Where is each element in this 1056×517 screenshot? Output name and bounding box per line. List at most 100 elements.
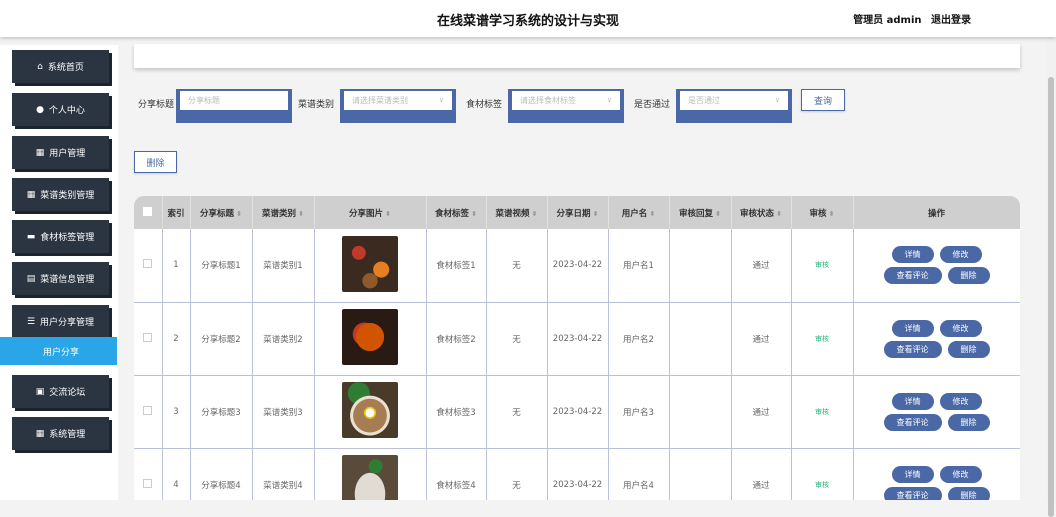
sidebar-item-9[interactable]: ▦ 系统管理 [12, 417, 109, 450]
delete-button[interactable]: 删除 [947, 340, 990, 358]
sidebar-item-7[interactable]: ☰ 用户分享管理 [12, 305, 109, 338]
sort-icon[interactable]: ⬍ [776, 210, 782, 218]
cell-date: 2023-04-22 [547, 375, 609, 449]
user-box: 管理员 admin 退出登录 [847, 11, 971, 26]
sidebar-item-6[interactable]: ▤ 菜谱信息管理 [12, 262, 109, 295]
cell-date: 2023-04-22 [547, 229, 609, 303]
sidebar-item-label: 菜谱信息管理 [40, 275, 95, 285]
cell-status: 通过 [731, 302, 792, 376]
table-row: 3 分享标题3 菜谱类别3 食材标签3 无 2023-04-22 用户名3 通过 审核 详情 修改查… [134, 375, 1020, 449]
cell-category: 菜谱类别1 [252, 229, 315, 303]
sort-icon[interactable]: ⬍ [715, 210, 721, 218]
breadcrumb-bar [134, 44, 1020, 68]
audit-link[interactable]: 审核 [815, 481, 829, 489]
column-header[interactable] [134, 196, 163, 229]
row-checkbox[interactable] [143, 259, 153, 269]
column-header: 用户名 ⬍ [608, 196, 670, 229]
column-header-label: 操作 [927, 208, 945, 219]
sidebar-item-4[interactable]: ▦ 菜谱类别管理 [12, 178, 109, 211]
top-bar: 在线菜谱学习系统的设计与实现 管理员 admin 退出登录 [0, 0, 1056, 37]
logout-link[interactable]: 退出登录 [931, 15, 971, 26]
pass-select[interactable]: 是否通过 ∨ [676, 89, 792, 123]
column-header: 分享日期 ⬍ [547, 196, 609, 229]
cell-actions: 详情 修改查看评论 删除 [853, 302, 1020, 376]
audit-link[interactable]: 审核 [815, 261, 829, 269]
tag-placeholder: 请选择食材标签 [520, 96, 576, 105]
row-checkbox[interactable] [143, 405, 153, 415]
sidebar-item-label: 用户分享管理 [40, 318, 95, 328]
detail-button[interactable]: 详情 [891, 392, 934, 410]
edit-button[interactable]: 修改 [939, 392, 982, 410]
column-header: 食材标签 ⬍ [426, 196, 487, 229]
cell-category: 菜谱类别3 [252, 375, 315, 449]
cell-user: 用户名2 [608, 302, 670, 376]
cell-title: 分享标题1 [190, 229, 253, 303]
title-input[interactable]: 分享标题 [176, 89, 292, 123]
sort-icon[interactable]: ⬍ [829, 210, 835, 218]
sort-icon[interactable]: ⬍ [532, 210, 538, 218]
sort-icon[interactable]: ⬍ [649, 210, 655, 218]
detail-button[interactable]: 详情 [891, 319, 934, 337]
audit-link[interactable]: 审核 [815, 335, 829, 343]
table-row: 4 分享标题4 菜谱类别4 食材标签4 无 2023-04-22 用户名4 通过 审核 详情 修改查… [134, 448, 1020, 500]
cell-category: 菜谱类别4 [252, 448, 315, 500]
select-all-checkbox[interactable] [143, 206, 153, 216]
column-header: 操作 [853, 196, 1020, 229]
cell-select[interactable] [134, 229, 163, 303]
sidebar-item-label: 系统管理 [49, 430, 86, 440]
cell-reply [669, 302, 732, 376]
sidebar-item-label: 食材标签管理 [40, 233, 95, 243]
query-button[interactable]: 查询 [801, 89, 845, 111]
column-header: 索引 [162, 196, 191, 229]
chevron-down-icon: ∨ [606, 96, 612, 104]
edit-button[interactable]: 修改 [939, 465, 982, 483]
sort-icon[interactable]: ⬍ [471, 210, 477, 218]
edit-button[interactable]: 修改 [939, 319, 982, 337]
edit-button[interactable]: 修改 [939, 246, 982, 264]
share-image [342, 309, 398, 365]
audit-link[interactable]: 审核 [815, 408, 829, 416]
cell-reply [669, 229, 732, 303]
column-header: 菜谱视频 ⬍ [486, 196, 548, 229]
cell-tag: 食材标签2 [426, 302, 487, 376]
scroll-thumb[interactable] [1048, 77, 1054, 517]
sidebar-item-3[interactable]: ▦ 用户管理 [12, 136, 109, 169]
column-header-label: 分享日期 [556, 208, 591, 219]
scrollbar[interactable] [1046, 37, 1056, 517]
row-checkbox[interactable] [143, 332, 153, 342]
column-header-label: 审核状态 [740, 208, 775, 219]
cell-actions: 详情 修改查看评论 删除 [853, 448, 1020, 500]
category-label: 菜谱类别 [298, 100, 335, 110]
category-select[interactable]: 请选择菜谱类别 ∨ [340, 89, 456, 123]
cell-select[interactable] [134, 375, 163, 449]
cell-audit: 审核 [791, 448, 854, 500]
sidebar-item-5[interactable]: ▬ 食材标签管理 [12, 220, 109, 253]
sidebar-item-1[interactable]: ⌂ 系统首页 [12, 50, 109, 83]
cell-image [314, 302, 427, 376]
row-checkbox[interactable] [143, 478, 153, 488]
delete-button[interactable]: 删除 [947, 267, 990, 285]
detail-button[interactable]: 详情 [891, 465, 934, 483]
sort-icon[interactable]: ⬍ [236, 210, 242, 218]
column-header: 菜谱类别 ⬍ [252, 196, 315, 229]
delete-button[interactable]: 删除 [947, 413, 990, 431]
sort-icon[interactable]: ⬍ [385, 210, 391, 218]
tag-select[interactable]: 请选择食材标签 ∨ [508, 89, 624, 123]
column-header: 分享标题 ⬍ [190, 196, 253, 229]
sort-icon[interactable]: ⬍ [298, 210, 304, 218]
view-comments-button[interactable]: 查看评论 [883, 486, 942, 500]
view-comments-button[interactable]: 查看评论 [883, 340, 942, 358]
sidebar-subitem-user-share[interactable]: 用户分享 [0, 337, 117, 365]
sidebar-item-8[interactable]: ▣ 交流论坛 [12, 375, 109, 408]
view-comments-button[interactable]: 查看评论 [883, 413, 942, 431]
delete-button[interactable]: 删除 [947, 486, 990, 500]
search-form: 分享标题 分享标题 菜谱类别 请选择菜谱类别 ∨ 食材标签 请选择食材标签 ∨ 是否… [0, 89, 1056, 123]
cell-select[interactable] [134, 448, 163, 500]
delete-selected-button[interactable]: 删除 [134, 151, 177, 173]
cell-index: 1 [162, 229, 191, 303]
cell-select[interactable] [134, 302, 163, 376]
detail-button[interactable]: 详情 [891, 246, 934, 264]
sort-icon[interactable]: ⬍ [593, 210, 599, 218]
view-comments-button[interactable]: 查看评论 [883, 267, 942, 285]
grid-icon: ▦ [35, 147, 45, 158]
